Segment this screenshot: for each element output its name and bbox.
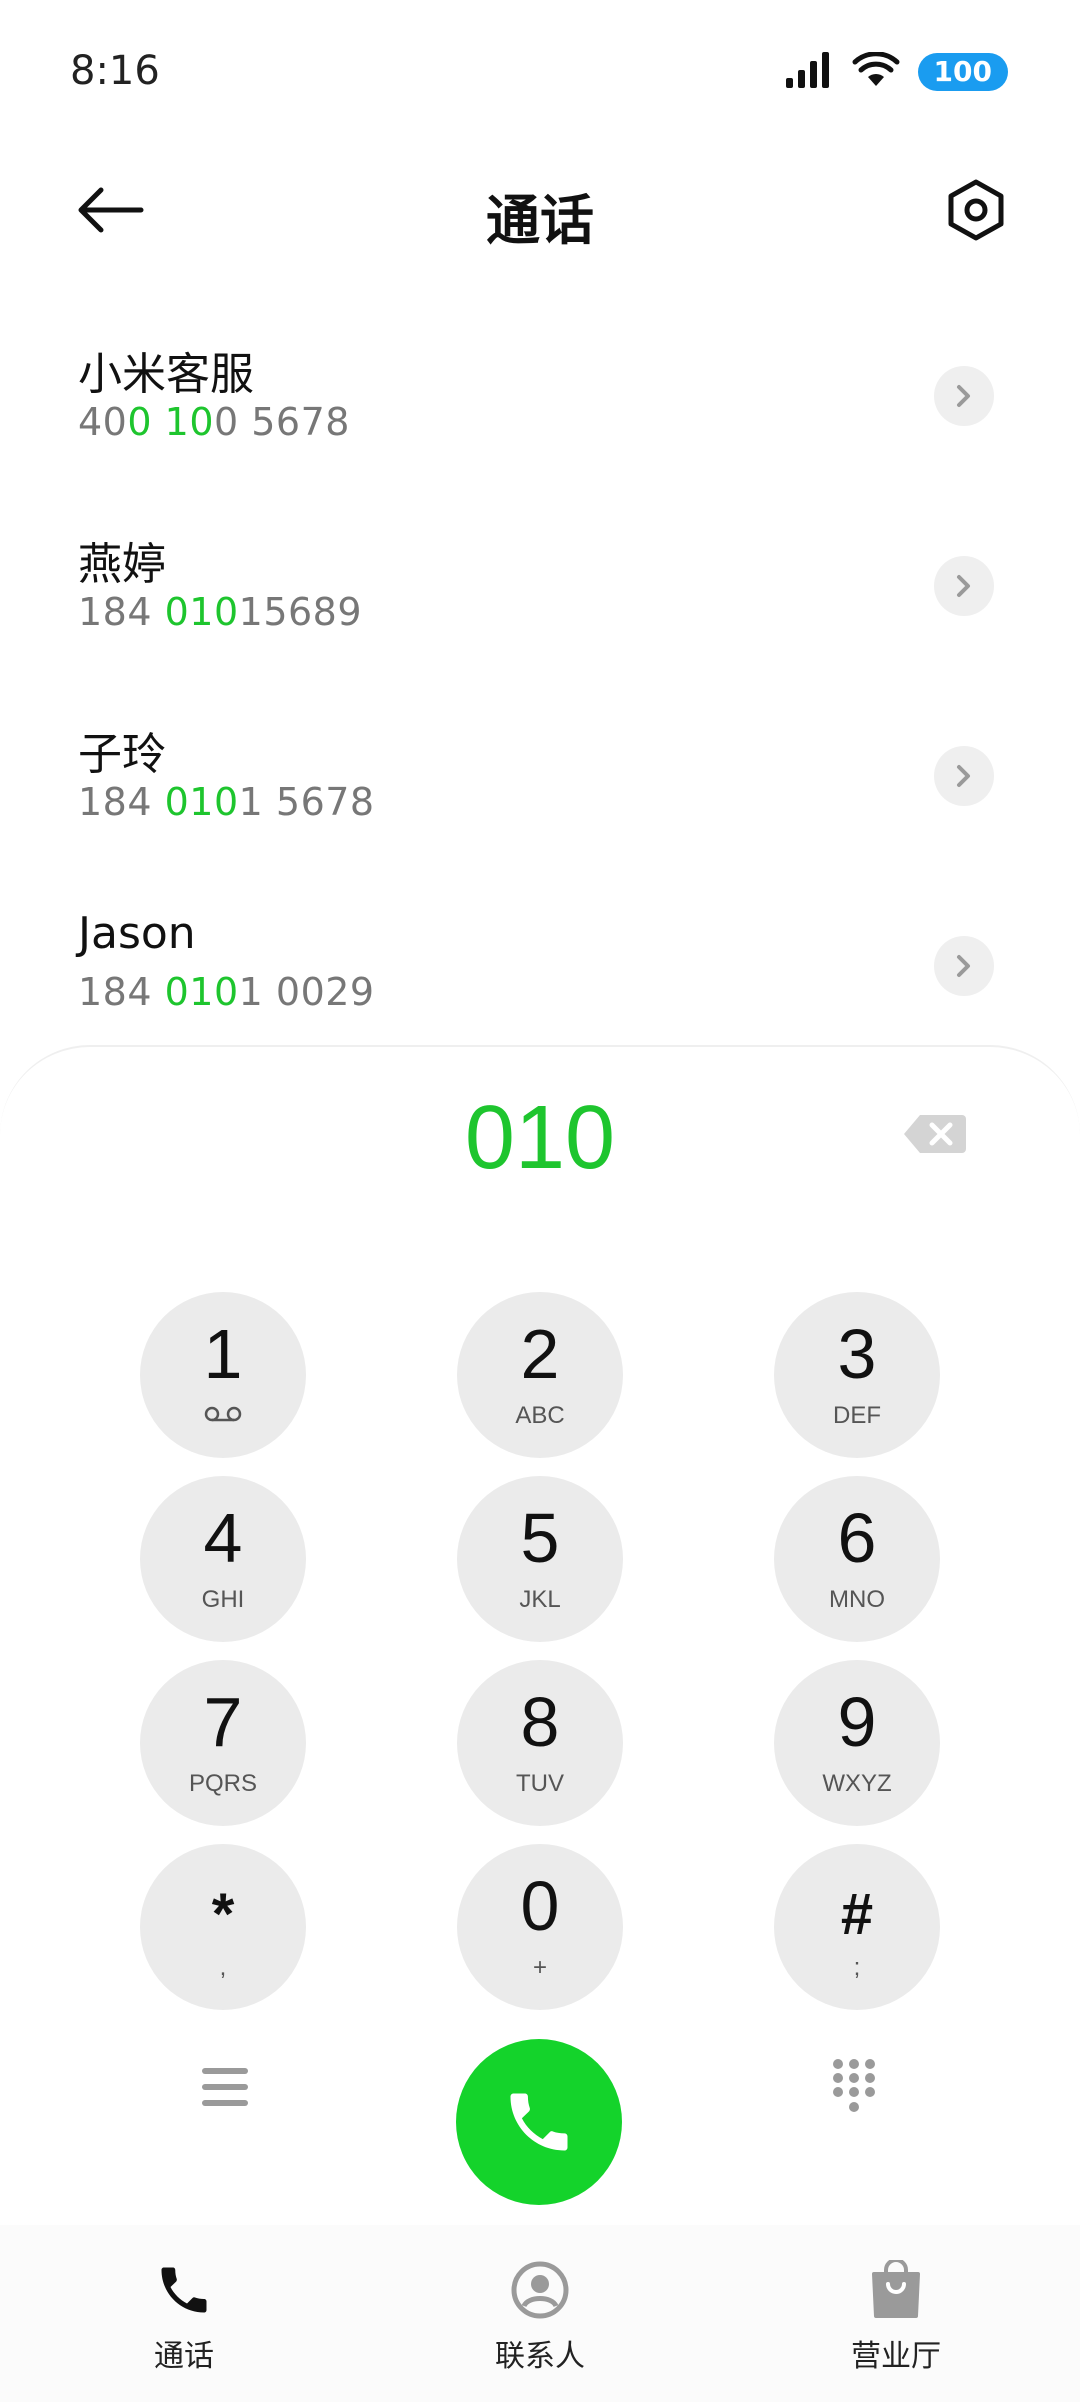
status-time: 8:16 xyxy=(70,48,160,94)
contact-item[interactable]: 小米客服 400 100 5678 xyxy=(0,300,1080,490)
contact-item[interactable]: 子玲 184 0101 5678 xyxy=(0,680,1080,870)
backspace-icon xyxy=(904,1115,966,1153)
contact-detail-button[interactable] xyxy=(934,366,994,426)
key-digit: 1 xyxy=(203,1315,243,1393)
chevron-right-icon xyxy=(957,765,970,787)
key-9[interactable]: 9 WXYZ xyxy=(774,1660,940,1826)
key-8[interactable]: 8 TUV xyxy=(457,1660,623,1826)
chevron-right-icon xyxy=(957,955,970,977)
wifi-icon xyxy=(852,51,900,92)
header: 通话 xyxy=(0,150,1080,270)
contact-name: Jason xyxy=(78,908,196,959)
nav-label: 联系人 xyxy=(495,2339,585,2374)
key-digit: 3 xyxy=(837,1315,877,1393)
contact-detail-button[interactable] xyxy=(934,556,994,616)
voicemail-icon xyxy=(140,1402,306,1430)
status-icons: 100 xyxy=(785,51,1008,92)
contact-item[interactable]: 燕婷 184 01015689 xyxy=(0,490,1080,680)
nav-item-calls[interactable]: 通话 xyxy=(84,2255,284,2375)
nav-label: 通话 xyxy=(154,2339,214,2374)
key-letters: GHI xyxy=(201,1586,245,1613)
key-digit: 9 xyxy=(837,1683,877,1761)
key-letters: PQRS xyxy=(188,1770,257,1797)
call-button[interactable] xyxy=(456,2039,622,2205)
key-digit: 8 xyxy=(520,1683,560,1761)
settings-button[interactable] xyxy=(942,176,1010,244)
keypad-toggle-button[interactable] xyxy=(824,2051,884,2121)
contact-number: 184 0101 5678 xyxy=(78,780,375,824)
menu-button[interactable] xyxy=(190,2057,260,2117)
key-letters: ABC xyxy=(515,1402,565,1429)
key-hash[interactable]: # ; xyxy=(774,1844,940,2010)
contact-name: 小米客服 xyxy=(78,349,254,400)
nav-item-store[interactable]: 营业厅 xyxy=(796,2255,996,2375)
key-1[interactable]: 1 xyxy=(140,1292,306,1458)
nav-label: 营业厅 xyxy=(851,2339,941,2374)
contact-number: 400 100 5678 xyxy=(78,400,350,444)
status-bar: 8:16 100 xyxy=(0,0,1080,150)
dialpad-icon xyxy=(833,2059,875,2112)
key-letters: MNO xyxy=(829,1586,885,1613)
key-digit: 4 xyxy=(203,1499,243,1577)
page-title: 通话 xyxy=(486,189,594,252)
key-digit: 5 xyxy=(520,1499,560,1577)
chevron-right-icon xyxy=(957,575,970,597)
key-letters: + xyxy=(532,1954,547,1981)
key-6[interactable]: 6 MNO xyxy=(774,1476,940,1642)
backspace-button[interactable] xyxy=(900,1107,970,1161)
key-letters: ; xyxy=(853,1954,861,1981)
key-letters: DEF xyxy=(833,1402,881,1429)
key-digit: 2 xyxy=(520,1315,560,1393)
battery-badge: 100 xyxy=(917,53,1008,91)
key-digit: # xyxy=(840,1882,874,1947)
nav-item-contacts[interactable]: 联系人 xyxy=(440,2255,640,2375)
signal-icon xyxy=(785,52,834,92)
key-digit: 7 xyxy=(203,1683,243,1761)
contact-detail-button[interactable] xyxy=(934,936,994,996)
key-5[interactable]: 5 JKL xyxy=(457,1476,623,1642)
menu-icon xyxy=(202,2068,248,2106)
key-digit: 0 xyxy=(520,1867,560,1945)
contact-detail-button[interactable] xyxy=(934,746,994,806)
contact-item[interactable]: Jason 184 0101 0029 xyxy=(0,870,1080,1060)
phone-icon xyxy=(510,2093,568,2151)
key-3[interactable]: 3 DEF xyxy=(774,1292,940,1458)
key-digit: * xyxy=(211,1882,235,1947)
contact-name: 子玲 xyxy=(78,729,166,780)
contact-number: 184 0101 0029 xyxy=(78,970,375,1014)
key-digit: 6 xyxy=(837,1499,877,1577)
phone-icon xyxy=(84,2255,284,2325)
contact-name: 燕婷 xyxy=(78,539,166,590)
key-star[interactable]: * , xyxy=(140,1844,306,2010)
key-0[interactable]: 0 + xyxy=(457,1844,623,2010)
key-letters: JKL xyxy=(519,1586,561,1613)
key-2[interactable]: 2 ABC xyxy=(457,1292,623,1458)
chevron-right-icon xyxy=(957,385,970,407)
settings-hexagon-icon xyxy=(948,179,1004,241)
shopping-bag-icon xyxy=(796,2255,996,2325)
key-letters: , xyxy=(219,1954,227,1981)
contact-list: 小米客服 400 100 5678 燕婷 184 01015689 子玲 184… xyxy=(0,300,1080,1060)
key-4[interactable]: 4 GHI xyxy=(140,1476,306,1642)
key-7[interactable]: 7 PQRS xyxy=(140,1660,306,1826)
key-letters: TUV xyxy=(516,1770,564,1797)
dial-panel: 010 1 2 ABC 3 DEF 4 GHI 5 JKL 6 MNO 7 PQ… xyxy=(0,1045,1080,2225)
contact-number: 184 01015689 xyxy=(78,590,363,634)
bottom-nav: 通话 联系人 营业厅 xyxy=(0,2225,1080,2402)
contacts-icon xyxy=(440,2255,640,2325)
key-letters: WXYZ xyxy=(822,1770,892,1797)
